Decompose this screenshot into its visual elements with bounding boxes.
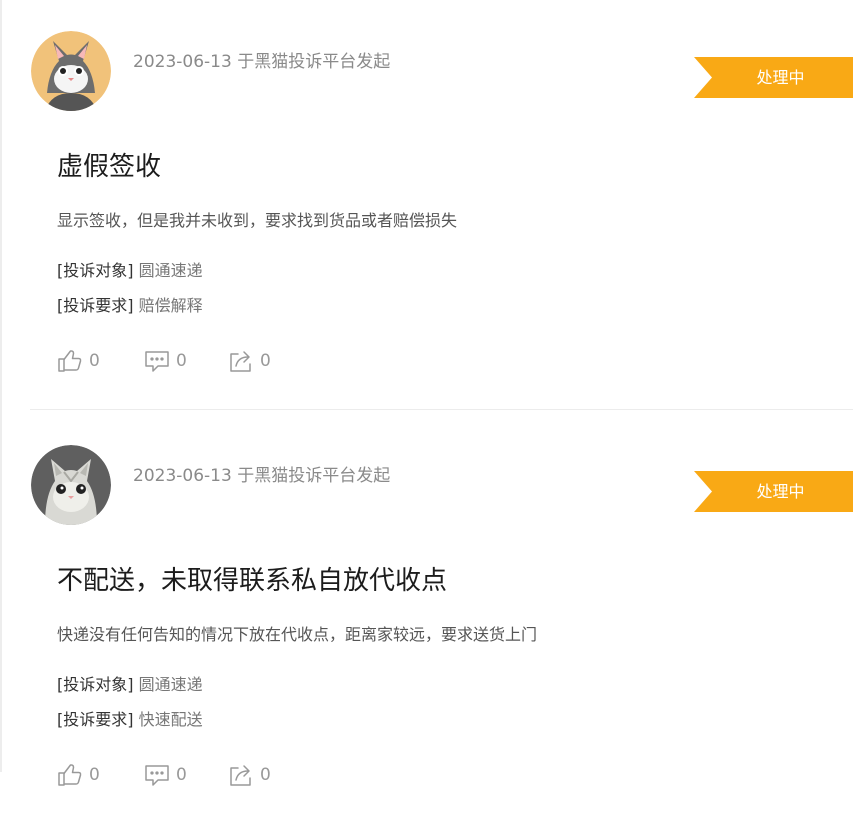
- like-count: 0: [89, 765, 100, 785]
- comment-button[interactable]: 0: [144, 346, 187, 376]
- like-button[interactable]: 0: [57, 760, 100, 790]
- cat-avatar-icon[interactable]: [31, 31, 111, 111]
- target-label: [投诉对象]: [57, 675, 134, 694]
- thumbs-up-icon: [58, 350, 82, 372]
- share-icon: [230, 351, 251, 372]
- complaint-title[interactable]: 虚假签收: [57, 146, 161, 183]
- status-badge: 处理中: [694, 471, 853, 512]
- share-button[interactable]: 0: [228, 346, 271, 376]
- target-label: [投诉对象]: [57, 261, 134, 280]
- complaint-card[interactable]: 2023-06-13 于黑猫投诉平台发起 处理中 虚假签收 显示签收，但是我并未…: [0, 0, 865, 410]
- share-count: 0: [260, 765, 271, 785]
- comment-count: 0: [176, 351, 187, 371]
- post-meta: 2023-06-13 于黑猫投诉平台发起: [133, 466, 391, 486]
- comment-button[interactable]: 0: [144, 760, 187, 790]
- cat-avatar-icon[interactable]: [31, 445, 111, 525]
- like-count: 0: [89, 351, 100, 371]
- share-count: 0: [260, 351, 271, 371]
- target-value[interactable]: 圆通速递: [139, 675, 203, 694]
- status-label: 处理中: [756, 482, 805, 501]
- complaint-description: 快递没有任何告知的情况下放在代收点，距离家较远，要求送货上门: [57, 625, 538, 644]
- share-icon: [230, 765, 251, 786]
- complaint-target: [投诉对象] 圆通速递: [57, 671, 203, 695]
- status-badge: 处理中: [694, 57, 853, 98]
- complaint-feed: 2023-06-13 于黑猫投诉平台发起 处理中 虚假签收 显示签收，但是我并未…: [0, 0, 865, 786]
- complaint-description: 显示签收，但是我并未收到，要求找到货品或者赔偿损失: [57, 211, 458, 230]
- thumbs-up-icon: [58, 764, 82, 786]
- comment-icon: [145, 351, 169, 372]
- status-label: 处理中: [756, 68, 805, 87]
- like-button[interactable]: 0: [57, 346, 100, 376]
- complaint-demand: [投诉要求] 赔偿解释: [57, 292, 203, 316]
- comment-count: 0: [176, 765, 187, 785]
- complaint-card[interactable]: 2023-06-13 于黑猫投诉平台发起 处理中 不配送，未取得联系私自放代收点…: [0, 414, 865, 834]
- comment-icon: [145, 765, 169, 786]
- post-meta: 2023-06-13 于黑猫投诉平台发起: [133, 52, 391, 72]
- target-value[interactable]: 圆通速递: [139, 261, 203, 280]
- card-divider: [30, 409, 853, 410]
- share-button[interactable]: 0: [228, 760, 271, 790]
- complaint-demand: [投诉要求] 快速配送: [57, 706, 203, 730]
- demand-label: [投诉要求]: [57, 296, 134, 315]
- demand-value: 快速配送: [138, 710, 203, 729]
- demand-value: 赔偿解释: [138, 296, 203, 315]
- complaint-target: [投诉对象] 圆通速递: [57, 257, 203, 281]
- complaint-title[interactable]: 不配送，未取得联系私自放代收点: [57, 560, 447, 597]
- demand-label: [投诉要求]: [57, 710, 134, 729]
